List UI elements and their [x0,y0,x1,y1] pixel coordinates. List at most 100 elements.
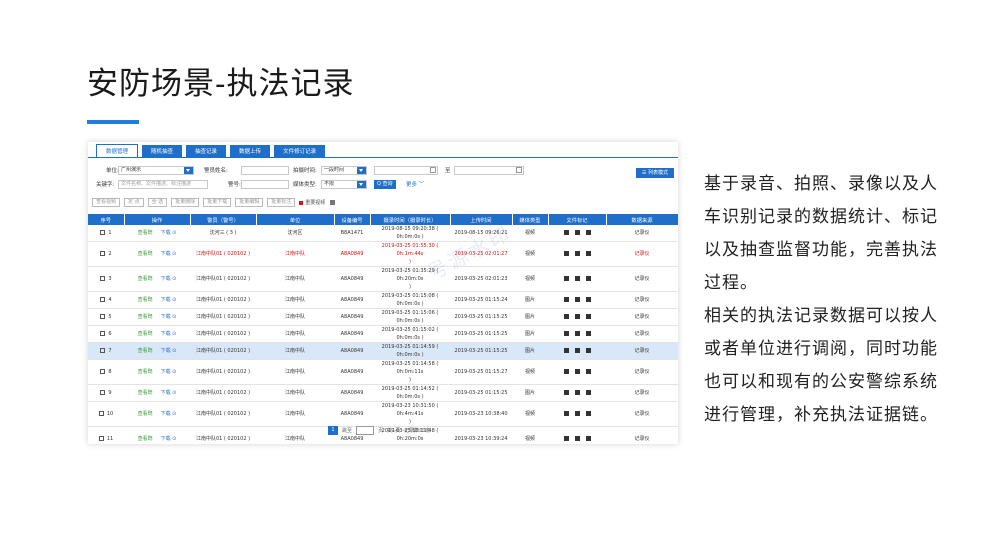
file-mark-icon[interactable] [585,411,591,416]
download-link[interactable]: 下载 ⊙ [161,314,177,320]
edit-mark-icon[interactable] [563,436,569,441]
view-link[interactable]: 查看既 [138,314,153,320]
row-checkbox[interactable] [98,436,104,441]
row-checkbox[interactable] [100,297,106,302]
batch-download-button[interactable]: 批量下载 [203,198,232,207]
view-link[interactable]: 查看既 [138,436,153,442]
download-link[interactable]: 下载 ⊙ [161,348,177,354]
download-link[interactable]: 下载 ⊙ [161,436,177,442]
edit-mark-icon[interactable] [563,314,569,319]
file-mark-icon[interactable] [585,348,591,353]
table-row[interactable]: 6 查看既 下载 ⊙ 江南中队01 ( 020102 ) 江南中队 A8A0849 201… [88,325,678,343]
row-checkbox[interactable] [100,314,106,319]
edit-mark-icon[interactable] [563,297,569,302]
tab-data-upload[interactable]: 数据上传 [230,145,271,157]
comment-mark-icon[interactable] [574,314,580,319]
view-link[interactable]: 查看既 [138,369,153,375]
table-row[interactable]: 1 查看既 下载 ⊙ 沈河三 ( 3 ) 沈河区 B8A1471 2019-08-15 0… [88,225,678,242]
tab-random-check[interactable]: 随机抽查 [142,145,183,157]
shoot-time-select[interactable]: 一段时间 [321,166,367,175]
view-link[interactable]: 查看既 [138,251,153,257]
table-row[interactable]: 9 查看既 下载 ⊙ 江南中队01 ( 020102 ) 江南中队 A8A0849 201… [88,384,678,402]
view-link[interactable]: 查看既 [138,390,153,396]
edit-mark-icon[interactable] [563,411,569,416]
download-link[interactable]: 下载 ⊙ [161,411,177,417]
select-all-button[interactable]: 全 选 [147,198,168,207]
more-link[interactable]: 更多 ﹀ [406,180,424,190]
download-link[interactable]: 下载 ⊙ [161,297,177,303]
edit-mark-icon[interactable] [563,276,569,281]
file-mark-icon[interactable] [585,230,591,235]
file-mark-icon[interactable] [585,276,591,281]
batch-annotate-button[interactable]: 批量标注 [267,198,296,207]
file-mark-icon[interactable] [585,251,591,256]
file-mark-icon[interactable] [585,297,591,302]
view-link[interactable]: 查看既 [138,348,153,354]
tab-data-management[interactable]: 数据管理 [96,144,139,157]
row-checkbox[interactable] [100,348,106,353]
edit-mark-icon[interactable] [563,369,569,374]
unit-select[interactable]: 广州演示 [118,166,194,175]
file-mark-icon[interactable] [585,369,591,374]
list-mode-button[interactable]: ☰ 列表模式 [636,168,674,178]
view-video-button[interactable]: 查看视频 [92,198,121,207]
tab-check-records[interactable]: 抽查记录 [186,145,227,157]
table-row[interactable]: 3 查看既 下载 ⊙ 江南中队01 ( 020102 ) 江南中队 A8A0849 201… [88,266,678,292]
comment-mark-icon[interactable] [574,411,580,416]
badge-input[interactable] [241,180,289,189]
view-link[interactable]: 查看既 [138,297,153,303]
row-checkbox[interactable] [100,390,106,395]
row-checkbox[interactable] [100,331,106,336]
table-row[interactable]: 10 查看既 下载 ⊙ 江南中队01 ( 020102 ) 江南中队 A8A0849 20… [88,401,678,427]
table-row[interactable]: 4 查看既 下载 ⊙ 江南中队01 ( 020102 ) 江南中队 A8A0849 201… [88,291,678,309]
batch-edit-button[interactable]: 批量编辑 [235,198,264,207]
important-video-filter[interactable]: 重要视频 [299,199,338,206]
view-link[interactable]: 查看既 [138,276,153,282]
edit-mark-icon[interactable] [563,251,569,256]
keyword-input[interactable]: 文件名称、文件描述、标注描述 [118,180,208,189]
edit-mark-icon[interactable] [563,331,569,336]
locate-button[interactable]: 定 点 [124,198,144,207]
edit-mark-icon[interactable] [563,348,569,353]
comment-mark-icon[interactable] [574,390,580,395]
officer-name-input[interactable] [241,166,289,175]
table-row[interactable]: 7 查看既 下载 ⊙ 江南中队01 ( 020102 ) 江南中队 A8A0849 201… [88,342,678,360]
comment-mark-icon[interactable] [574,348,580,353]
comment-mark-icon[interactable] [574,251,580,256]
file-mark-icon[interactable] [585,314,591,319]
edit-mark-icon[interactable] [563,390,569,395]
download-link[interactable]: 下载 ⊙ [161,369,177,375]
comment-mark-icon[interactable] [574,369,580,374]
end-date-input[interactable] [454,166,524,175]
file-mark-icon[interactable] [585,436,591,441]
view-link[interactable]: 查看既 [138,331,153,337]
row-checkbox[interactable] [100,369,106,374]
row-checkbox[interactable] [100,276,106,281]
view-link[interactable]: 查看既 [138,230,153,236]
table-row[interactable]: 8 查看既 下载 ⊙ 江南中队01 ( 020102 ) 江南中队 A8A0849 201… [88,359,678,385]
search-button[interactable]: Q 查询 [374,180,396,189]
download-link[interactable]: 下载 ⊙ [161,331,177,337]
view-link[interactable]: 查看既 [138,411,153,417]
edit-mark-icon[interactable] [563,230,569,235]
start-date-input[interactable] [374,166,438,175]
goto-page-input[interactable] [356,426,375,435]
download-link[interactable]: 下载 ⊙ [161,230,177,236]
row-checkbox[interactable] [100,230,106,235]
comment-mark-icon[interactable] [574,297,580,302]
file-mark-icon[interactable] [585,331,591,336]
download-link[interactable]: 下载 ⊙ [161,251,177,257]
row-checkbox[interactable] [100,251,106,256]
download-link[interactable]: 下载 ⊙ [161,390,177,396]
page-number-button[interactable]: 1 [328,426,338,435]
batch-delete-button[interactable]: 批量删除 [171,198,200,207]
download-link[interactable]: 下载 ⊙ [161,276,177,282]
comment-mark-icon[interactable] [574,436,580,441]
tab-file-revisions[interactable]: 文件修订记录 [274,145,326,157]
table-row[interactable]: 2 查看既 下载 ⊙ 江南中队01 ( 020102 ) 江南中队 A8A0849 201… [88,241,678,267]
file-mark-icon[interactable] [585,390,591,395]
media-type-select[interactable]: 不限 [321,180,367,189]
row-checkbox[interactable] [98,411,104,416]
comment-mark-icon[interactable] [574,230,580,235]
comment-mark-icon[interactable] [574,331,580,336]
